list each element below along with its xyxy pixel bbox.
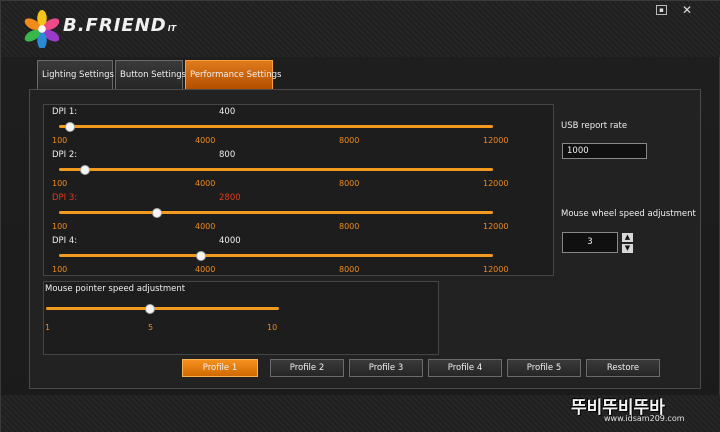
dpi-1-label: DPI 1: [52, 107, 78, 117]
profile-5-button[interactable]: Profile 5 [507, 359, 581, 377]
app-window: B.FRIENDIT ▪ ✕ Lighting Settings Button … [0, 0, 720, 432]
dpi-3-value: 2800 [219, 193, 241, 203]
dpi-3-tick-8000: 8000 [339, 222, 360, 231]
triangle-up-icon[interactable]: ▲ [622, 233, 633, 242]
dpi-2-tick-8000: 8000 [339, 179, 360, 188]
dpi-4-tick-max: 12000 [483, 265, 509, 274]
mouse-pointer-speed-label: Mouse pointer speed adjustment [45, 284, 186, 294]
profile-2-button[interactable]: Profile 2 [270, 359, 344, 377]
mouse-pointer-speed-track[interactable] [46, 307, 279, 310]
dpi-3-slider-track[interactable] [59, 211, 493, 214]
mouse-pointer-speed-tick-1: 1 [45, 323, 51, 332]
dpi-2-tick-max: 12000 [483, 179, 509, 188]
mouse-pointer-speed-tick-5: 5 [148, 323, 154, 332]
usb-report-rate-field[interactable]: 1000 [562, 143, 647, 159]
dpi-2-tick-min: 100 [52, 179, 68, 188]
dpi-4-tick-4000: 4000 [195, 265, 216, 274]
profile-4-button[interactable]: Profile 4 [428, 359, 502, 377]
triangle-down-icon[interactable]: ▼ [622, 244, 633, 253]
dpi-3-tick-max: 12000 [483, 222, 509, 231]
restore-window-icon[interactable]: ▪ [656, 5, 667, 15]
dpi-1-tick-min: 100 [52, 136, 68, 145]
profile-3-button[interactable]: Profile 3 [349, 359, 423, 377]
restore-button[interactable]: Restore [586, 359, 660, 377]
usb-report-rate-label: USB report rate [561, 121, 628, 131]
mouse-pointer-speed-tick-10: 10 [267, 323, 278, 332]
app-logo-text: B.FRIENDIT [63, 15, 177, 36]
mouse-pointer-speed-thumb[interactable] [145, 304, 155, 314]
tab-button-settings[interactable]: Button Settings [115, 60, 186, 90]
dpi-3-label: DPI 3: [52, 193, 78, 203]
tab-performance-settings[interactable]: Performance Settings [185, 60, 281, 90]
logo-flower-icon [24, 10, 60, 48]
dpi-1-tick-8000: 8000 [339, 136, 360, 145]
dpi-4-value: 4000 [219, 236, 241, 246]
watermark-url: www.idsam209.com [604, 414, 685, 423]
dpi-3-tick-4000: 4000 [195, 222, 216, 231]
dpi-1-value: 400 [219, 107, 236, 117]
dpi-1-slider-track[interactable] [59, 125, 493, 128]
dpi-1-tick-max: 12000 [483, 136, 509, 145]
dpi-4-slider-track[interactable] [59, 254, 493, 257]
dpi-4-slider-thumb[interactable] [196, 251, 206, 261]
dpi-settings-box [43, 104, 554, 276]
dpi-2-label: DPI 2: [52, 150, 78, 160]
dpi-4-tick-8000: 8000 [339, 265, 360, 274]
title-bar: B.FRIENDIT ▪ ✕ [1, 1, 720, 57]
dpi-2-slider-track[interactable] [59, 168, 493, 171]
dpi-1-tick-4000: 4000 [195, 136, 216, 145]
dpi-4-tick-min: 100 [52, 265, 68, 274]
mouse-wheel-speed-field[interactable]: 3 [562, 232, 618, 253]
dpi-2-slider-thumb[interactable] [80, 165, 90, 175]
tab-lighting-settings[interactable]: Lighting Settings [37, 60, 114, 90]
close-icon[interactable]: ✕ [680, 4, 694, 16]
profile-1-button[interactable]: Profile 1 [182, 359, 258, 377]
dpi-3-tick-min: 100 [52, 222, 68, 231]
dpi-2-value: 800 [219, 150, 236, 160]
dpi-2-tick-4000: 4000 [195, 179, 216, 188]
mouse-wheel-speed-label: Mouse wheel speed adjustment [561, 209, 696, 219]
dpi-4-label: DPI 4: [52, 236, 78, 246]
dpi-3-slider-thumb[interactable] [152, 208, 162, 218]
dpi-1-slider-thumb[interactable] [65, 122, 75, 132]
